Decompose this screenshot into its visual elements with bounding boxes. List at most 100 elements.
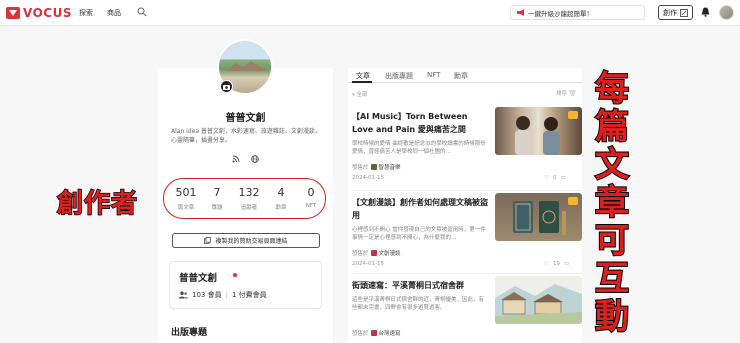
rss-icon[interactable]	[232, 155, 240, 163]
comment-icon[interactable]: ▭	[564, 261, 569, 267]
article-card[interactable]: 街頭速寫：平溪菁桐日式宿舍群 這些是平溪菁桐日式宿舍群的近，菁桐優美，因此，有些…	[348, 276, 582, 343]
stat-label: 專題	[211, 205, 223, 211]
paid-member-count: 1 付費會員	[231, 291, 267, 299]
article-stats: ♡ 0 ▭	[544, 175, 566, 181]
comment-icon[interactable]: ▭	[560, 175, 565, 181]
article-card[interactable]: 【文創漫談】創作者如何處理文稿被盜用 心裡感到不開心 當你發現自己的文章被盜用時…	[348, 193, 582, 275]
article-title[interactable]: 【AI Music】Torn Between Love and Pain 愛與痛…	[352, 110, 488, 136]
divider	[352, 273, 582, 274]
article-category[interactable]: 台灣速寫	[379, 329, 401, 337]
stat-articles[interactable]: 501 篇文章	[171, 186, 201, 211]
category-icon	[370, 330, 377, 336]
annotation-interactive: 每 篇 文 章 可 互 動	[590, 69, 634, 337]
stat-label: 追蹤者	[240, 205, 258, 211]
profile-stats: 501 篇文章 7 專題 132 追蹤者 4 勳章 0 NFT	[163, 178, 326, 219]
annotation-char: 每	[594, 69, 630, 109]
stat-topics[interactable]: 7 專題	[202, 186, 232, 211]
promo-banner[interactable]: 一鍵升級沙龍超簡單！	[510, 5, 645, 20]
annotation-char: 章	[594, 183, 630, 223]
sort-icon	[569, 90, 577, 96]
nav-explore[interactable]: 探索	[79, 8, 93, 18]
article-date: 2024-01-15	[352, 175, 384, 181]
annotation-char: 篇	[594, 107, 630, 147]
article-card[interactable]: 【AI Music】Torn Between Love and Pain 愛與痛…	[348, 107, 582, 189]
nav-products[interactable]: 商品	[107, 8, 121, 18]
search-icon[interactable]	[137, 7, 147, 17]
stat-value: 4	[277, 186, 285, 199]
promo-text: 一鍵升級沙龍超簡單！	[528, 9, 593, 18]
tab-nft[interactable]: NFT	[427, 71, 440, 79]
users-icon	[179, 291, 188, 299]
like-count: 0	[552, 175, 557, 181]
bell-icon[interactable]	[701, 7, 710, 17]
stat-nft[interactable]: 0 NFT	[296, 186, 326, 209]
article-author: 發售於 文創漫談	[352, 249, 401, 257]
heart-icon[interactable]: ♡	[544, 175, 549, 181]
membership-title: 普普文創	[179, 273, 218, 284]
category-icon	[370, 164, 377, 170]
stat-label: 勳章	[275, 205, 287, 211]
article-category[interactable]: 智慧音樂	[379, 163, 401, 171]
article-feed: 文章 出版專題 NFT 勳章 ▾ 全部 排序 【AI Music】Torn Be…	[348, 68, 582, 343]
article-date: 2024-01-15	[352, 261, 384, 267]
filter-dropdown[interactable]: ▾ 全部	[352, 90, 368, 98]
sort-button[interactable]: 排序	[556, 89, 577, 97]
logo-text: VOCUS	[23, 6, 72, 20]
stat-followers[interactable]: 132 追蹤者	[234, 186, 264, 211]
article-category[interactable]: 文創漫談	[379, 249, 401, 257]
article-title[interactable]: 街頭速寫：平溪菁桐日式宿舍群	[352, 279, 488, 292]
filter-label: 全部	[356, 92, 368, 98]
section-title-publications: 出版專題	[171, 328, 208, 338]
paid-lock-icon	[568, 197, 578, 205]
article-thumbnail[interactable]	[495, 107, 582, 155]
annotation-creator: 創作者	[56, 188, 139, 220]
like-count: 19	[552, 261, 560, 267]
article-thumbnail[interactable]	[495, 193, 582, 241]
copy-link-button[interactable]: 複製我的贊助交易頁面連結	[172, 233, 320, 248]
copy-icon	[204, 237, 212, 244]
annotation-char: 互	[594, 259, 630, 299]
top-navigation-bar: VOCUS 探索 商品 一鍵升級沙龍超簡單！ 創作	[0, 0, 740, 26]
vocus-logo[interactable]: VOCUS	[6, 6, 72, 20]
status-dot	[233, 273, 237, 277]
stat-label: 篇文章	[177, 205, 195, 211]
stat-value: 0	[307, 186, 315, 199]
profile-bio: Alan idea 普普文創，水彩速寫、旅遊雜誌、文創漫談，心靈隨筆，插畫分享。	[171, 128, 321, 144]
member-count: 103 會員	[192, 291, 222, 299]
membership-box[interactable]: 普普文創 103 會員 | 1 付費會員	[169, 261, 322, 309]
category-icon	[370, 250, 377, 256]
vocus-logo-icon	[6, 7, 20, 19]
sketch-illustration	[495, 284, 582, 324]
tab-badges[interactable]: 勳章	[454, 71, 468, 81]
stat-label: NFT	[305, 203, 317, 209]
tab-articles[interactable]: 文章	[356, 71, 370, 81]
annotation-char: 動	[594, 297, 630, 337]
heart-icon[interactable]: ♡	[544, 261, 549, 267]
author-prefix: 發售於	[352, 251, 369, 257]
copy-link-label: 複製我的贊助交易頁面連結	[215, 238, 288, 245]
feed-tabs: 文章 出版專題 NFT 勳章	[348, 68, 582, 83]
author-prefix: 發售於	[352, 331, 369, 337]
stat-value: 7	[213, 186, 221, 199]
article-title[interactable]: 【文創漫談】創作者如何處理文稿被盜用	[352, 196, 488, 222]
annotation-char: 文	[594, 145, 630, 185]
globe-icon[interactable]	[251, 155, 259, 163]
stat-badges[interactable]: 4 勳章	[266, 186, 296, 211]
megaphone-icon	[517, 9, 524, 16]
article-excerpt: 心裡感到不開心 當你發現自己的文章被盜用時，第一件事情一定是心裡感到不開心，為什…	[352, 227, 486, 241]
article-stats: ♡ 19 ▭	[544, 261, 569, 267]
create-label: 創作	[663, 8, 677, 17]
article-excerpt: 這些是平溪菁桐日式宿舍群的近，菁桐優美，因此，有些都未完畫，四野會有很多遊覽遊客…	[352, 297, 485, 311]
user-avatar[interactable]	[719, 5, 734, 20]
create-button[interactable]: 創作	[658, 5, 693, 20]
sort-label: 排序	[556, 91, 568, 97]
filter-arrow-icon: ▾	[352, 92, 355, 98]
profile-card: 普普文創 Alan idea 普普文創，水彩速寫、旅遊雜誌、文創漫談，心靈隨筆，…	[158, 39, 333, 343]
tab-publications[interactable]: 出版專題	[385, 71, 413, 81]
edit-icon	[680, 8, 688, 17]
divider	[352, 190, 582, 191]
article-thumbnail[interactable]	[495, 276, 582, 324]
author-prefix: 發售於	[352, 165, 369, 171]
camera-icon[interactable]	[220, 80, 233, 93]
stat-value: 132	[238, 186, 260, 199]
